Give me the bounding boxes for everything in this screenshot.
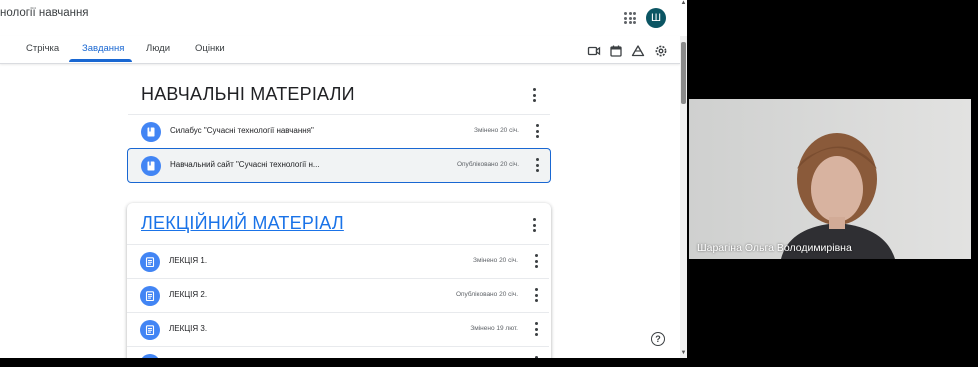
tab-people[interactable]: Люди (146, 43, 170, 54)
item-more-options[interactable] (531, 288, 541, 302)
section-more-options[interactable] (529, 218, 539, 232)
list-item[interactable]: ЛЕКЦІЯ 1. Змінено 20 січ. (127, 244, 549, 278)
scrollbar-thumb[interactable] (681, 42, 686, 104)
item-status: Змінено 20 січ. (473, 257, 518, 264)
help-icon[interactable]: ? (651, 332, 665, 346)
assignment-icon (140, 286, 160, 306)
item-status: Змінено 19 лют. (470, 325, 518, 332)
meet-icon[interactable] (587, 44, 601, 58)
list-item[interactable]: Силабус "Сучасні технології навчання" Зм… (128, 114, 550, 148)
list-item[interactable]: ЛЕКЦІЯ 2. Опубліковано 20 січ. (127, 278, 549, 312)
participant-video-frame (689, 99, 971, 259)
drive-icon[interactable] (631, 44, 645, 58)
item-title: Навчальний сайт "Сучасні технології н... (170, 160, 320, 169)
tab-stream[interactable]: Стрічка (26, 43, 59, 54)
top-bar: нології навчання Ш (0, 0, 680, 37)
avatar[interactable]: Ш (646, 8, 666, 28)
item-title: Силабус "Сучасні технології навчання" (170, 126, 314, 135)
participant-name: Шарагіна Ольга Володимирівна (697, 242, 852, 254)
list-item[interactable]: ЛЕКЦІЯ 3. Змінено 19 лют. (127, 312, 549, 346)
scroll-up-arrow-icon[interactable]: ▲ (680, 0, 687, 7)
item-more-options[interactable] (531, 254, 541, 268)
section-title-lectures[interactable]: ЛЕКЦІЙНИЙ МАТЕРІАЛ (141, 213, 344, 234)
material-icon (141, 122, 161, 142)
item-more-options[interactable] (531, 322, 541, 336)
assignment-icon (140, 252, 160, 272)
item-more-options[interactable] (531, 356, 541, 358)
item-more-options[interactable] (532, 158, 542, 172)
settings-icon[interactable] (654, 44, 668, 58)
lecture-section-card: ЛЕКЦІЙНИЙ МАТЕРІАЛ ЛЕКЦІЯ 1. Змінено 20 … (127, 203, 551, 358)
item-title: ЛЕКЦІЯ 2. (169, 290, 208, 299)
material-icon (141, 156, 161, 176)
active-tab-indicator (69, 59, 132, 62)
item-title: ЛЕКЦІЯ 3. (169, 324, 208, 333)
item-status: Опубліковано 20 січ. (455, 291, 518, 298)
list-item-partial[interactable] (127, 346, 549, 358)
participant-video-tile[interactable]: Шарагіна Ольга Володимирівна (689, 99, 971, 259)
item-status: Опубліковано 20 січ. (456, 161, 519, 168)
classroom-window: нології навчання Ш Стрічка Завдання Люди… (0, 0, 687, 358)
assignment-icon (140, 320, 160, 340)
assignment-icon (140, 354, 160, 358)
class-title[interactable]: нології навчання (0, 7, 89, 19)
tab-grades[interactable]: Оцінки (195, 43, 225, 54)
list-item-selected[interactable]: Навчальний сайт "Сучасні технології н...… (127, 148, 551, 183)
item-more-options[interactable] (532, 124, 542, 138)
section-more-options[interactable] (529, 88, 539, 102)
section-title-materials: НАВЧАЛЬНІ МАТЕРІАЛИ (141, 84, 355, 104)
calendar-icon[interactable] (609, 44, 623, 58)
scroll-down-arrow-icon[interactable]: ▼ (680, 350, 687, 357)
item-title: ЛЕКЦІЯ 1. (169, 256, 208, 265)
item-status: Змінено 20 січ. (474, 127, 519, 134)
google-apps-icon[interactable] (624, 12, 636, 24)
tab-classwork[interactable]: Завдання (82, 43, 124, 54)
tabs-bar: Стрічка Завдання Люди Оцінки (0, 36, 680, 64)
